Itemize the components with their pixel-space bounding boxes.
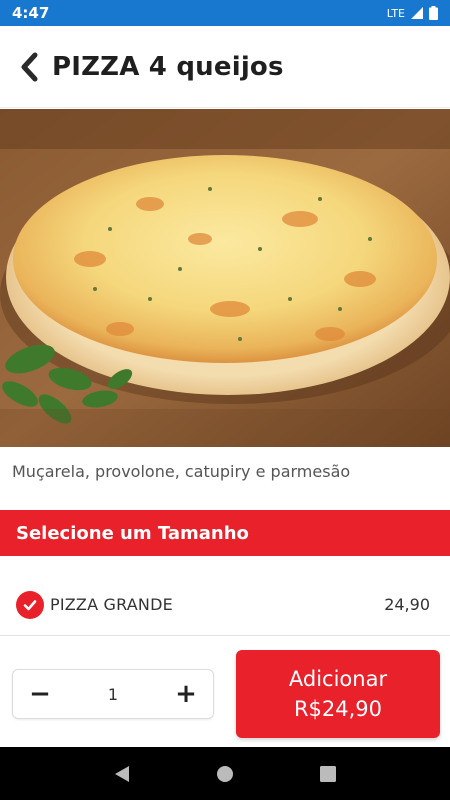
network-label: LTE (386, 6, 405, 20)
check-circle-icon (16, 590, 44, 619)
back-button[interactable] (14, 47, 44, 87)
size-section-title: Selecione um Tamanho (16, 522, 249, 544)
status-time: 4:47 (12, 4, 50, 22)
quantity-value: 1 (107, 684, 119, 704)
page-title: PIZZA 4 queijos (52, 51, 284, 82)
quantity-stepper: − 1 + (12, 669, 214, 719)
circle-home-icon (216, 765, 233, 782)
decrement-button[interactable]: − (27, 681, 53, 707)
product-image (0, 109, 450, 447)
battery-icon (429, 6, 438, 20)
size-option-price: 24,90 (384, 595, 430, 614)
product-description: Muçarela, provolone, catupiry e parmesão (12, 462, 351, 481)
add-button-price: R$24,90 (293, 697, 383, 721)
size-section-header: Selecione um Tamanho (0, 510, 450, 556)
nav-home-button[interactable] (205, 754, 245, 794)
square-recents-icon (320, 765, 337, 782)
signal-icon (411, 7, 423, 19)
status-bar: 4:47 LTE (0, 0, 450, 26)
size-option-pizza-grande[interactable]: PIZZA GRANDE 24,90 (0, 574, 450, 636)
system-nav-bar (0, 747, 450, 800)
size-option-name: PIZZA GRANDE (50, 595, 173, 614)
chevron-left-icon (21, 52, 38, 81)
increment-button[interactable]: + (173, 681, 199, 707)
nav-recents-button[interactable] (308, 754, 348, 794)
add-to-cart-button[interactable]: Adicionar R$24,90 (236, 650, 440, 738)
triangle-back-icon (114, 765, 129, 782)
status-icons: LTE (387, 6, 438, 20)
order-footer: − 1 + Adicionar R$24,90 (0, 637, 450, 747)
app-header: PIZZA 4 queijos (0, 26, 450, 108)
add-button-label: Adicionar (288, 667, 388, 691)
nav-back-button[interactable] (102, 754, 142, 794)
